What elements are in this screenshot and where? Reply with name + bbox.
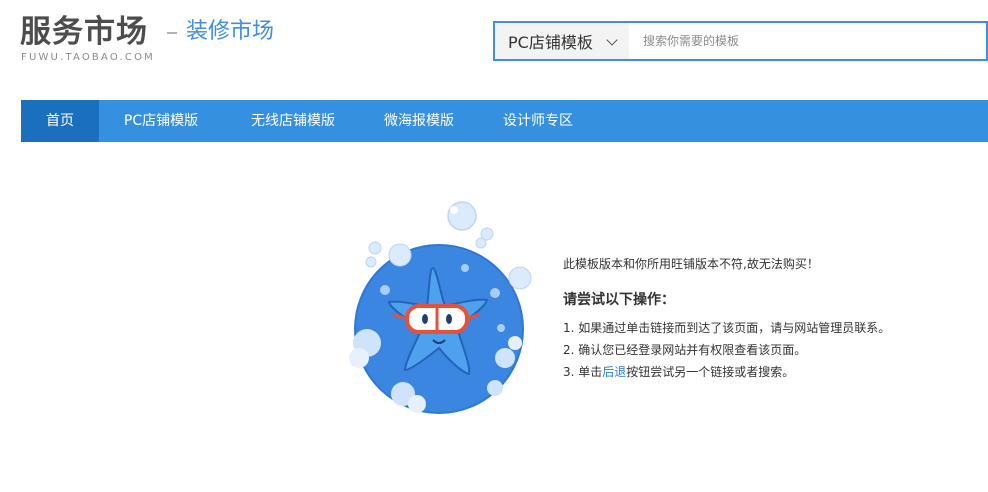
logo-divider	[167, 32, 177, 34]
chevron-down-icon	[606, 34, 618, 46]
back-link[interactable]: 后退	[602, 365, 626, 379]
step3-prefix: 3. 单击	[563, 365, 603, 379]
suggestions-title: 请尝试以下操作：	[563, 292, 675, 308]
starfish-mascot-illustration	[349, 201, 532, 414]
step3-suffix: 按钮尝试另一个链接或者搜索。	[626, 365, 795, 379]
suggestion-step-3: 3. 单击后退按钮尝试另一个链接或者搜索。	[563, 361, 943, 383]
search-category-select[interactable]: PC店铺模板	[495, 23, 629, 59]
search-bar: PC店铺模板	[493, 21, 988, 61]
nav-item-poster-templates[interactable]: 微海报模版	[363, 100, 475, 142]
error-message-panel: 此模板版本和你所用旺铺版本不符,故无法购买！ 请尝试以下操作： 1. 如果通过单…	[563, 255, 943, 383]
section-title[interactable]: 装修市场	[186, 17, 274, 47]
nav-item-mobile-templates[interactable]: 无线店铺模版	[223, 100, 363, 142]
nav-item-designer-zone[interactable]: 设计师专区	[475, 100, 601, 142]
search-category-label: PC店铺模板	[508, 33, 593, 52]
nav-item-home[interactable]: 首页	[21, 100, 99, 142]
suggestion-step-1: 1. 如果通过单击链接而到达了该页面，请与网站管理员联系。	[563, 321, 891, 335]
logo-subtitle: FUWU.TAOBAO.COM	[21, 52, 155, 63]
error-text: 此模板版本和你所用旺铺版本不符,故无法购买！	[563, 257, 819, 271]
nav-item-pc-templates[interactable]: PC店铺模版	[99, 100, 223, 142]
search-input[interactable]	[631, 23, 986, 59]
suggestion-step-2: 2. 确认您已经登录网站并有权限查看该页面。	[563, 343, 807, 357]
main-nav: 首页 PC店铺模版 无线店铺模版 微海报模版 设计师专区	[21, 100, 988, 142]
logo-title[interactable]: 服务市场	[20, 14, 148, 50]
